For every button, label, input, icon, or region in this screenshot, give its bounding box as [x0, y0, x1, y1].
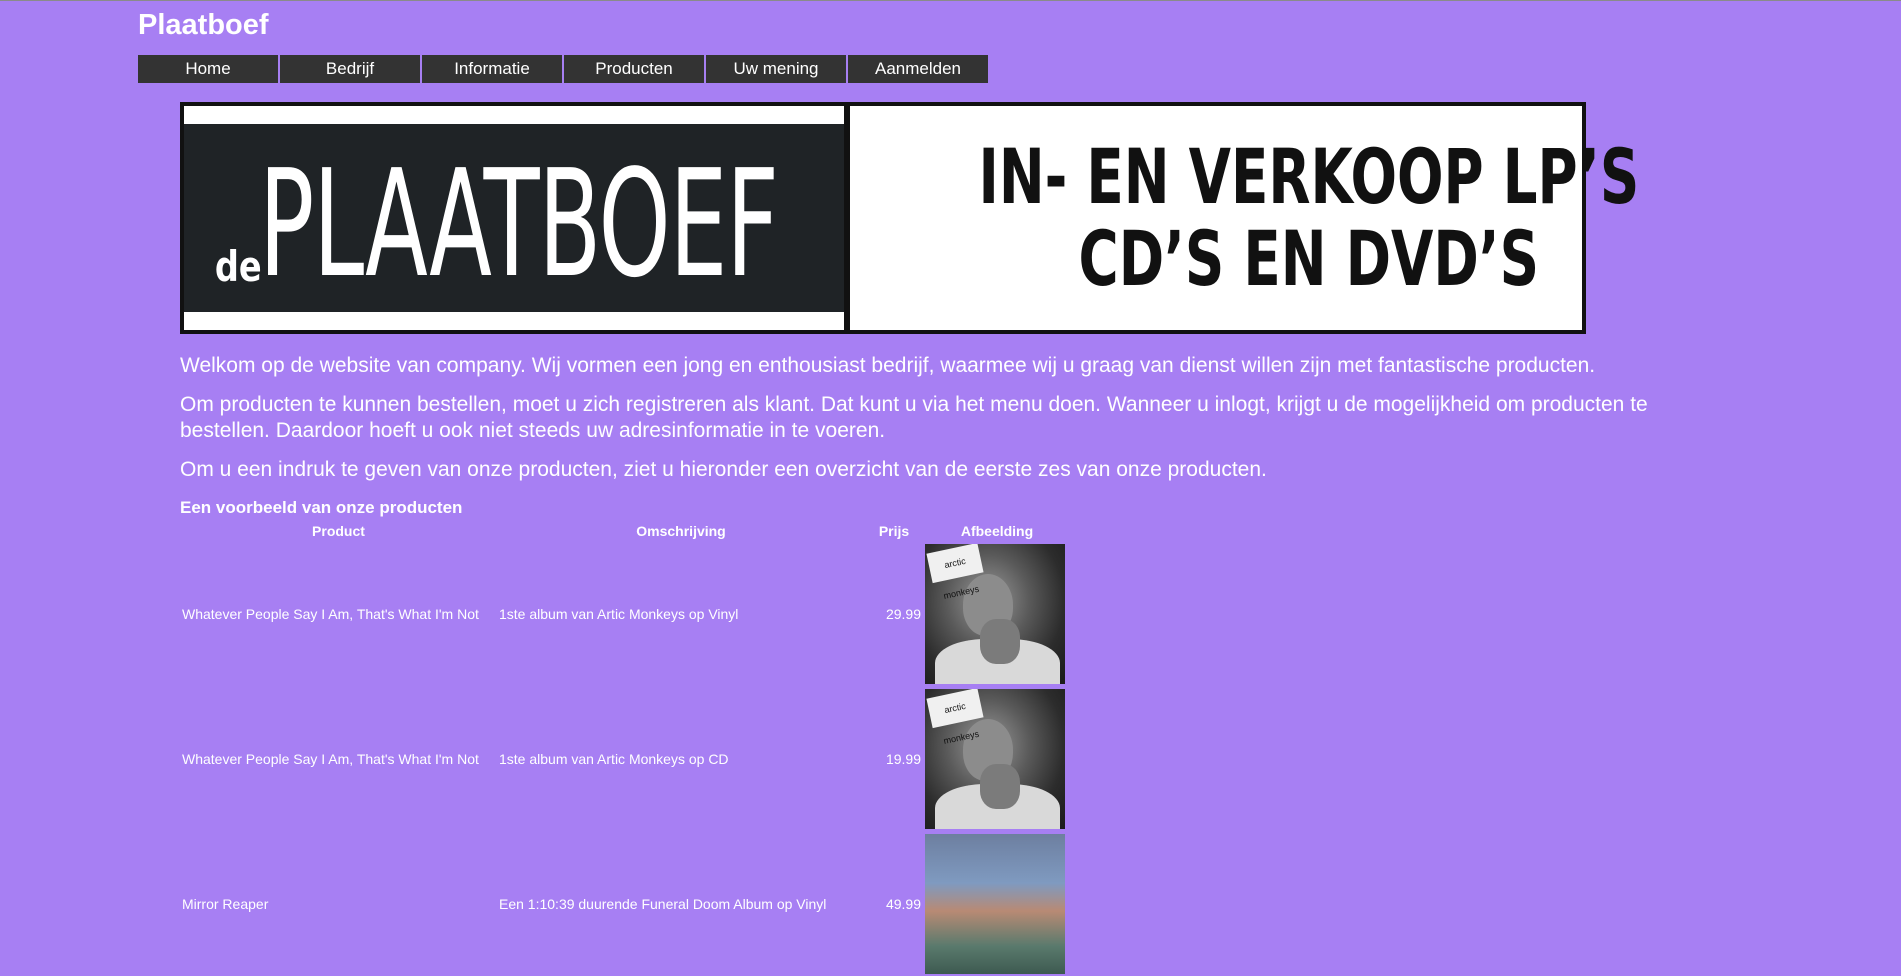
product-name: Whatever People Say I Am, That's What I'… — [182, 605, 479, 622]
tagline-line-1: IN- EN VERKOOP LP’S — [978, 132, 1640, 221]
column-header-price: Prijs — [878, 523, 910, 539]
banner-logo: de PLAATBOEF — [184, 124, 844, 312]
intro-paragraph: Om producten te kunnen bestellen, moet u… — [180, 393, 1648, 442]
nav-item-informatie[interactable]: Informatie — [422, 55, 562, 83]
product-name: Mirror Reaper — [182, 895, 269, 912]
table-row: Whatever People Say I Am, That's What I'… — [180, 686, 1071, 831]
album-cover-label: arctic monkeys — [926, 543, 984, 600]
product-price: 19.99 — [885, 750, 921, 767]
banner-tagline: IN- EN VERKOOP LP’S CD’S EN DVD’S — [850, 106, 1768, 330]
nav-item-home[interactable]: Home — [138, 55, 278, 83]
nav-item-aanmelden[interactable]: Aanmelden — [848, 55, 988, 83]
table-row: Mirror Reaper Een 1:10:39 duurende Funer… — [180, 831, 1071, 976]
logo-small-text: de — [214, 242, 262, 291]
product-name: Whatever People Say I Am, That's What I'… — [182, 750, 479, 767]
tagline-line-2: CD’S EN DVD’S — [1078, 214, 1540, 303]
product-description: Een 1:10:39 duurende Funeral Doom Album … — [499, 895, 827, 912]
intro-text: Welkom op de website van company. Wij vo… — [180, 353, 1740, 496]
nav-item-producten[interactable]: Producten — [564, 55, 704, 83]
products-table: Product Omschrijving Prijs Afbeelding Wh… — [180, 521, 1071, 976]
product-image-cell — [923, 831, 1071, 976]
products-heading: Een voorbeeld van onze producten — [180, 498, 463, 517]
album-cover-image — [925, 833, 1065, 974]
intro-paragraph: Welkom op de website van company. Wij vo… — [180, 354, 1596, 377]
product-description: 1ste album van Artic Monkeys op CD — [499, 750, 729, 767]
product-image-cell: arctic monkeys — [923, 686, 1071, 831]
banner-logo-panel: de PLAATBOEF — [184, 106, 850, 330]
site-title: Plaatboef — [138, 9, 269, 41]
nav-item-uw-mening[interactable]: Uw mening — [706, 55, 846, 83]
table-row: Whatever People Say I Am, That's What I'… — [180, 541, 1071, 686]
album-cover-image: arctic monkeys — [925, 688, 1065, 829]
nav-item-bedrijf[interactable]: Bedrijf — [280, 55, 420, 83]
product-price: 49.99 — [885, 895, 921, 912]
column-header-image: Afbeelding — [960, 523, 1034, 539]
product-price: 29.99 — [885, 605, 921, 622]
intro-paragraph: Om u een indruk te geven van onze produc… — [180, 458, 1267, 481]
column-header-product: Product — [312, 523, 365, 539]
album-cover-label: arctic monkeys — [926, 688, 984, 745]
table-header-row: Product Omschrijving Prijs Afbeelding — [180, 521, 1071, 541]
album-cover-image: arctic monkeys — [925, 543, 1065, 684]
product-image-cell: arctic monkeys — [923, 541, 1071, 686]
product-description: 1ste album van Artic Monkeys op Vinyl — [499, 605, 739, 622]
main-nav: Home Bedrijf Informatie Producten Uw men… — [138, 55, 990, 83]
logo-main-text: PLAATBOEF — [259, 138, 779, 310]
column-header-description: Omschrijving — [636, 523, 726, 539]
header-banner: de PLAATBOEF IN- EN VERKOOP LP’S CD’S EN… — [180, 102, 1639, 334]
